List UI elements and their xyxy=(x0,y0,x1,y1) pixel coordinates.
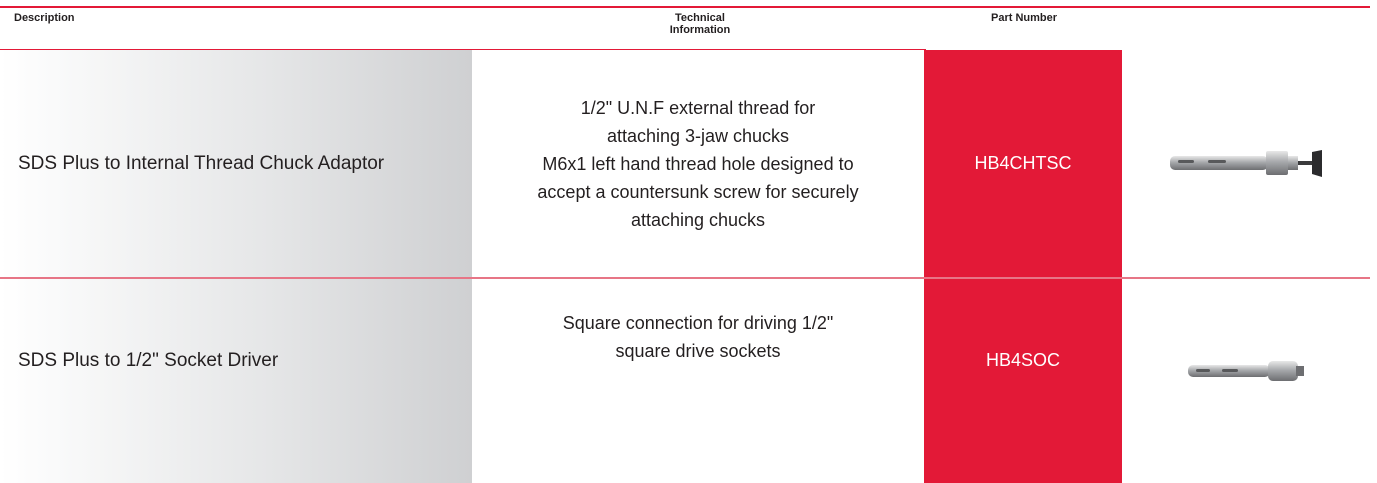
description-cell: SDS Plus to Internal Thread Chuck Adapto… xyxy=(0,50,472,277)
chuck-adaptor-icon xyxy=(1170,149,1322,177)
header-part-number: Part Number xyxy=(990,12,1058,24)
table-row: SDS Plus to Internal Thread Chuck Adapto… xyxy=(0,50,1370,277)
description-cell: SDS Plus to 1/2" Socket Driver xyxy=(0,279,472,483)
socket-driver-icon xyxy=(1188,361,1304,381)
header-description: Description xyxy=(14,12,75,24)
part-number-cell: HB4SOC xyxy=(924,279,1122,483)
technical-info-cell: Square connection for driving 1/2" squar… xyxy=(562,313,834,361)
header-technical-information: Technical Information xyxy=(669,12,731,36)
technical-info-cell: 1/2" U.N.F external thread for attaching… xyxy=(537,97,859,230)
top-rule xyxy=(0,6,1370,8)
chuck-adaptor-image xyxy=(1122,50,1370,277)
socket-driver-image xyxy=(1122,279,1370,483)
table-row: SDS Plus to 1/2" Socket Driver Square co… xyxy=(0,279,1370,483)
part-number-cell: HB4CHTSC xyxy=(924,50,1122,277)
